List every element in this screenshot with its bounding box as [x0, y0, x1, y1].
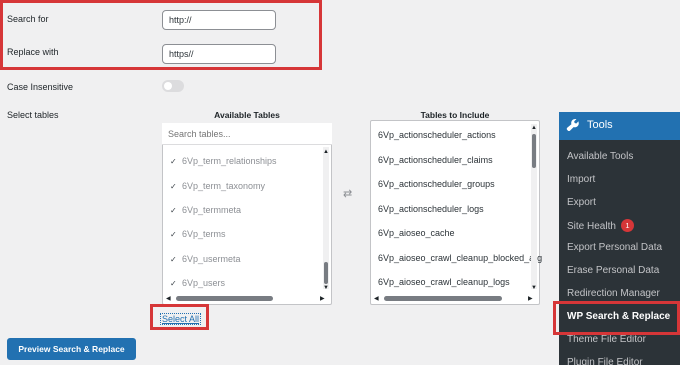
include-vertical-thumb[interactable]: [532, 134, 536, 168]
notification-badge: 1: [620, 219, 634, 232]
menu-item-site-health[interactable]: Site Health 1: [567, 219, 634, 232]
case-insensitive-toggle[interactable]: [162, 80, 184, 92]
menu-item-export[interactable]: Export: [567, 197, 596, 208]
check-icon: ✓: [170, 157, 177, 166]
preview-search-replace-button[interactable]: Preview Search & Replace: [7, 338, 136, 360]
scroll-right-icon[interactable]: ▶: [528, 295, 533, 303]
check-icon: ✓: [170, 255, 177, 264]
site-health-label: Site Health: [567, 221, 616, 232]
list-item[interactable]: 6Vp_aioseo_cache: [378, 228, 455, 238]
select-all-link[interactable]: Select All: [160, 313, 202, 325]
highlight-box-wp-search-replace: [553, 301, 680, 335]
list-item[interactable]: ✓ 6Vp_usermeta: [170, 254, 241, 264]
include-horizontal-thumb[interactable]: [384, 296, 502, 301]
list-item[interactable]: 6Vp_aioseo_crawl_cleanup_blocked_arg: [378, 253, 542, 263]
tools-menu-title: Tools: [587, 119, 613, 131]
swap-arrows-icon[interactable]: ⇄: [343, 187, 352, 200]
menu-item-available-tools[interactable]: Available Tools: [567, 151, 633, 162]
scroll-down-icon[interactable]: ▼: [323, 284, 329, 292]
list-item[interactable]: 6Vp_actionscheduler_actions: [378, 130, 496, 140]
search-for-label: Search for: [7, 14, 49, 24]
replace-with-input[interactable]: [162, 44, 276, 64]
check-icon: ✓: [170, 182, 177, 191]
check-icon: ✓: [170, 279, 177, 288]
list-item[interactable]: 6Vp_actionscheduler_groups: [378, 179, 495, 189]
list-item[interactable]: ✓ 6Vp_termmeta: [170, 205, 241, 215]
scroll-up-icon[interactable]: ▲: [531, 124, 537, 132]
tools-menu-header[interactable]: Tools: [559, 112, 680, 140]
list-item[interactable]: 6Vp_actionscheduler_logs: [378, 204, 484, 214]
menu-item-export-personal-data[interactable]: Export Personal Data: [567, 242, 662, 253]
search-for-input[interactable]: [162, 10, 276, 30]
list-item[interactable]: ✓ 6Vp_users: [170, 278, 225, 288]
search-tables-input[interactable]: [162, 123, 332, 145]
wrench-icon: [566, 118, 579, 132]
list-item[interactable]: 6Vp_aioseo_crawl_cleanup_logs: [378, 277, 510, 287]
menu-item-redirection-manager[interactable]: Redirection Manager: [567, 288, 660, 299]
scroll-right-icon[interactable]: ▶: [320, 295, 325, 303]
list-item[interactable]: ✓ 6Vp_terms: [170, 229, 226, 239]
list-item[interactable]: ✓ 6Vp_term_taxonomy: [170, 181, 265, 191]
toggle-knob: [164, 82, 172, 90]
replace-with-label: Replace with: [7, 47, 59, 57]
check-icon: ✓: [170, 230, 177, 239]
available-vertical-thumb[interactable]: [324, 262, 328, 284]
check-icon: ✓: [170, 206, 177, 215]
tables-to-include-title: Tables to Include: [420, 110, 490, 120]
scroll-up-icon[interactable]: ▲: [323, 148, 329, 156]
available-horizontal-thumb[interactable]: [176, 296, 273, 301]
menu-item-theme-file-editor[interactable]: Theme File Editor: [567, 334, 646, 345]
select-tables-label: Select tables: [7, 110, 59, 120]
scroll-left-icon[interactable]: ◀: [166, 295, 171, 303]
list-item[interactable]: 6Vp_actionscheduler_claims: [378, 155, 493, 165]
scroll-left-icon[interactable]: ◀: [374, 295, 379, 303]
scroll-down-icon[interactable]: ▼: [531, 284, 537, 292]
list-item[interactable]: ✓ 6Vp_term_relationships: [170, 156, 277, 166]
menu-item-plugin-file-editor[interactable]: Plugin File Editor: [567, 357, 643, 365]
menu-item-import[interactable]: Import: [567, 174, 595, 185]
case-insensitive-label: Case Insensitive: [7, 82, 74, 92]
available-tables-title: Available Tables: [214, 110, 280, 120]
menu-item-erase-personal-data[interactable]: Erase Personal Data: [567, 265, 659, 276]
